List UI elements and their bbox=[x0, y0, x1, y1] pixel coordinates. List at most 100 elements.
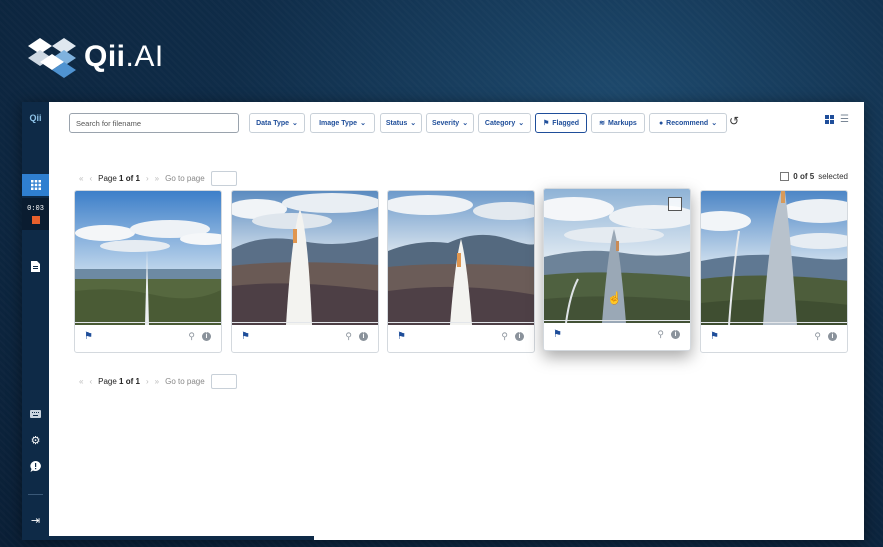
selection-counter: 0 of 5 selected bbox=[780, 172, 848, 181]
sidebar-item-shortcuts[interactable] bbox=[22, 407, 49, 421]
location-pin-icon[interactable]: ⚲ bbox=[188, 331, 195, 342]
first-page-button[interactable]: « bbox=[79, 174, 83, 183]
grid-view-icon-cell bbox=[830, 120, 834, 124]
card-thumbnail[interactable] bbox=[701, 191, 847, 325]
goto-page-input[interactable] bbox=[210, 171, 237, 186]
search-input[interactable] bbox=[69, 113, 239, 133]
qii-ai-logo: Qii.AI bbox=[26, 34, 164, 80]
next-page-button[interactable]: › bbox=[146, 174, 149, 183]
card-footer: ⚑ ⚲ i bbox=[75, 322, 221, 352]
prev-page-button[interactable]: ‹ bbox=[89, 377, 92, 386]
info-icon[interactable]: i bbox=[828, 332, 837, 341]
sidebar-item-settings[interactable]: ⚙ bbox=[22, 432, 49, 448]
selection-suffix: selected bbox=[818, 172, 848, 181]
sidebar: Qii 0:03 ⚙ ⇥ bbox=[22, 102, 49, 540]
flag-icon[interactable]: ⚑ bbox=[241, 331, 250, 342]
location-pin-icon[interactable]: ⚲ bbox=[657, 329, 664, 340]
info-icon[interactable]: i bbox=[359, 332, 368, 341]
prev-page-button[interactable]: ‹ bbox=[89, 174, 92, 183]
card-thumbnail[interactable] bbox=[388, 191, 534, 325]
grid-view-icon-cell bbox=[830, 115, 834, 119]
image-card[interactable]: ⚑ ⚲ i bbox=[700, 190, 848, 353]
select-all-checkbox[interactable] bbox=[780, 172, 790, 181]
chevron-down-icon: ⌄ bbox=[410, 120, 417, 127]
info-icon[interactable]: i bbox=[671, 330, 680, 339]
chevron-down-icon: ⌄ bbox=[292, 120, 298, 127]
hand-cursor-icon: ☝ bbox=[607, 291, 622, 305]
card-thumbnail[interactable] bbox=[75, 191, 221, 325]
reset-filters-button[interactable]: ↺ bbox=[729, 114, 739, 128]
document-icon bbox=[31, 260, 40, 272]
chevron-down-icon: ⌄ bbox=[711, 120, 718, 127]
sidebar-item-gallery[interactable] bbox=[22, 174, 49, 196]
pagination-bottom: « ‹ Page 1 of 1 › » Go to page bbox=[79, 374, 237, 389]
recommend-icon: ● bbox=[658, 119, 664, 127]
toolbar: Data Type⌄ Image Type⌄ Status⌄ Severity⌄… bbox=[49, 102, 864, 142]
card-select-checkbox[interactable] bbox=[668, 197, 682, 211]
card-thumbnail[interactable] bbox=[232, 191, 378, 325]
page-indicator: Page 1 of 1 bbox=[98, 377, 140, 386]
grid-view-icon-cell bbox=[825, 120, 829, 124]
logout-icon: ⇥ bbox=[30, 514, 41, 527]
filter-category[interactable]: Category ⌄ bbox=[478, 113, 531, 133]
list-view-icon: ☰ bbox=[840, 114, 849, 125]
filter-recommend[interactable]: ● Recommend ⌄ bbox=[649, 113, 727, 133]
card-footer: ⚑ ⚲ i bbox=[388, 322, 534, 352]
flag-icon[interactable]: ⚑ bbox=[84, 331, 93, 342]
refresh-icon: ↺ bbox=[729, 114, 740, 128]
info-icon[interactable]: i bbox=[515, 332, 524, 341]
image-card[interactable]: ⚑ ⚲ i bbox=[231, 190, 379, 353]
list-view-button[interactable]: ☰ bbox=[840, 114, 849, 125]
location-pin-icon[interactable]: ⚲ bbox=[501, 331, 508, 342]
goto-page-label: Go to page bbox=[165, 377, 205, 386]
flag-icon[interactable]: ⚑ bbox=[710, 331, 719, 342]
first-page-button[interactable]: « bbox=[79, 377, 83, 386]
last-page-button[interactable]: » bbox=[155, 174, 159, 183]
logo-mark-icon bbox=[28, 38, 76, 78]
chat-icon bbox=[30, 460, 41, 472]
logo-wordmark: Qii.AI bbox=[84, 40, 164, 73]
app-window: Qii 0:03 ⚙ ⇥ Search for filename Data Ty… bbox=[22, 102, 864, 540]
pagination-top: « ‹ Page 1 of 1 › » Go to page bbox=[79, 171, 237, 186]
filter-data-type[interactable]: Data Type ⌄ bbox=[249, 113, 305, 133]
bottom-progress-bar bbox=[49, 536, 314, 540]
flag-icon[interactable]: ⚑ bbox=[553, 329, 562, 340]
filter-image-type[interactable]: Image Type ⌄ bbox=[310, 113, 375, 133]
sidebar-logo[interactable]: Qii bbox=[22, 110, 49, 126]
filter-markups[interactable]: ≋ Markups bbox=[591, 113, 645, 133]
chevron-down-icon: ⌄ bbox=[518, 120, 525, 127]
sidebar-divider bbox=[28, 494, 43, 495]
grid-view-icon bbox=[825, 115, 829, 119]
card-footer: ⚑ ⚲ i bbox=[544, 320, 690, 350]
gear-icon: ⚙ bbox=[30, 434, 41, 447]
card-footer: ⚑ ⚲ i bbox=[232, 322, 378, 352]
logout-button[interactable]: ⇥ bbox=[22, 512, 49, 528]
location-pin-icon[interactable]: ⚲ bbox=[345, 331, 352, 342]
filter-status[interactable]: Status ⌄ bbox=[380, 113, 422, 133]
sidebar-item-feedback[interactable] bbox=[22, 458, 49, 474]
grid-icon bbox=[30, 180, 41, 190]
timer-text: 0:03 bbox=[27, 204, 44, 213]
chevron-down-icon: ⌄ bbox=[462, 120, 469, 127]
location-pin-icon[interactable]: ⚲ bbox=[814, 331, 821, 342]
keyboard-icon bbox=[30, 410, 41, 418]
flag-icon: ⚑ bbox=[542, 120, 550, 127]
page-indicator: Page 1 of 1 bbox=[98, 174, 140, 183]
recording-timer[interactable]: 0:03 bbox=[22, 198, 49, 230]
goto-page-input[interactable] bbox=[210, 374, 237, 389]
image-card[interactable]: ⚑ ⚲ i bbox=[387, 190, 535, 353]
last-page-button[interactable]: » bbox=[155, 377, 159, 386]
goto-page-label: Go to page bbox=[165, 174, 205, 183]
image-card[interactable]: ⚑ ⚲ i bbox=[74, 190, 222, 353]
record-stop-icon bbox=[31, 215, 40, 224]
flag-icon[interactable]: ⚑ bbox=[397, 331, 406, 342]
sidebar-item-reports[interactable] bbox=[22, 258, 49, 274]
chevron-down-icon: ⌄ bbox=[360, 120, 366, 127]
filter-flagged[interactable]: ⚑ Flagged bbox=[535, 113, 587, 133]
next-page-button[interactable]: › bbox=[146, 377, 149, 386]
layers-icon: ≋ bbox=[599, 120, 606, 127]
image-card[interactable]: ☝ ⚑ ⚲ i bbox=[543, 188, 691, 351]
grid-view-button[interactable] bbox=[825, 115, 834, 124]
filter-severity[interactable]: Severity ⌄ bbox=[426, 113, 474, 133]
info-icon[interactable]: i bbox=[202, 332, 211, 341]
